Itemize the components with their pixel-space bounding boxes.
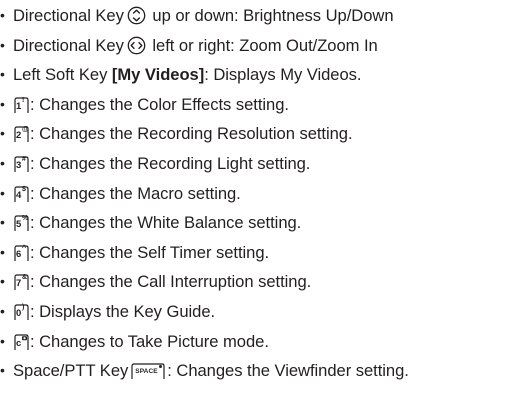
bullet: • [0,66,5,83]
item-description: : Changes to Take Picture mode. [30,331,269,351]
key-5-icon: 5% [14,215,29,232]
key-functions-list: • Directional Key up or down: Brightness … [0,0,514,386]
list-item-self-timer: • 6 ^: Changes the Self Timer setting. [0,238,514,268]
bullet: • [0,362,5,379]
key-number: 2 [16,130,22,142]
list-item-macro: • 4 $: Changes the Macro setting. [0,179,514,209]
bullet: • [0,214,5,231]
key-symbol: ) [22,303,25,311]
bullet: • [0,36,5,53]
list-item-call-interruption: • 7 &: Changes the Call Interruption setti… [0,267,514,297]
item-description: : Changes the Macro setting. [30,183,241,203]
bullet: • [0,125,5,142]
space-key-label: SPACE [135,368,158,376]
list-item-take-picture: • c : Changes to Take Picture mode. [0,327,514,357]
item-description: up or down: Brightness Up/Down [147,6,394,25]
key-number: 4 [16,189,22,201]
list-item-recording-light: • 3 #: Changes the Recording Light setting… [0,149,514,179]
list-item-recording-resolution: • 2 @: Changes the Recording Resolution se… [0,119,514,149]
item-description: : Changes the Viewfinder setting. [167,361,409,381]
key-symbol: & [22,274,28,282]
bullet: • [0,7,5,23]
item-description: : Changes the Color Effects setting. [30,94,289,114]
list-item-white-balance: • 5%: Changes the White Balance setting. [0,208,514,238]
key-4-icon: 4 $ [14,186,29,203]
soft-key-label: [My Videos] [111,65,205,85]
key-number: c [16,337,22,349]
list-item-brightness: • Directional Key up or down: Brightness … [0,1,514,31]
key-6-icon: 6 ^ [14,245,29,262]
key-number: 1 [16,100,22,112]
key-symbol: $ [22,185,26,193]
item-description: : Changes the White Balance setting. [30,213,302,233]
bullet: • [0,95,5,112]
list-item-zoom: • Directional Key left or right: Zoom Out… [0,31,514,61]
item-prefix: Left Soft Key [13,65,112,85]
key-symbol: @ [22,126,29,134]
item-prefix: Directional Key [13,35,124,55]
space-ptt-key-icon: SPACE [131,363,165,380]
key-symbol: ^ [22,244,27,252]
key-symbol: # [22,155,26,163]
up-down-directional-key-icon [127,6,146,25]
bullet: • [0,243,5,260]
bullet: • [0,273,5,290]
key-symbol: % [22,215,29,223]
item-description: : Displays the Key Guide. [30,301,216,321]
key-symbol: ! [22,96,25,104]
key-1-icon: 1! [14,97,29,114]
key-number: 3 [16,159,22,171]
bullet: • [0,332,5,349]
list-item-viewfinder: • Space/PTT Key SPACE : Changes the Viewfin… [0,356,514,386]
item-description: left or right: Zoom Out/Zoom In [147,35,378,55]
key-number: 7 [16,278,22,290]
item-description: : Changes the Recording Light setting. [30,153,311,173]
left-right-directional-key-icon [127,36,146,55]
item-description: : Changes the Call Interruption setting. [30,272,312,292]
item-description: : Displays My Videos. [204,65,362,85]
key-7-icon: 7 & [14,274,29,291]
key-number: 0 [16,307,22,319]
bullet: • [0,184,5,201]
item-description: : Changes the Self Timer setting. [30,242,270,262]
list-item-color-effects: • 1!: Changes the Color Effects setting. [0,90,514,120]
key-2-icon: 2 @ [14,126,29,143]
bullet: • [0,154,5,171]
key-number: 6 [16,248,22,260]
key-0-icon: 0) [14,304,29,321]
item-prefix: Space/PTT Key [13,361,129,381]
list-item-key-guide: • 0): Displays the Key Guide. [0,297,514,327]
list-item-my-videos: • Left Soft Key [My Videos]: Displays My … [0,60,514,90]
item-prefix: Directional Key [13,6,124,25]
key-number: 5 [16,219,22,231]
item-description: : Changes the Recording Resolution setti… [30,124,353,144]
bullet: • [0,302,5,319]
key-3-icon: 3 # [14,156,29,173]
camera-key-icon: c [14,333,29,351]
